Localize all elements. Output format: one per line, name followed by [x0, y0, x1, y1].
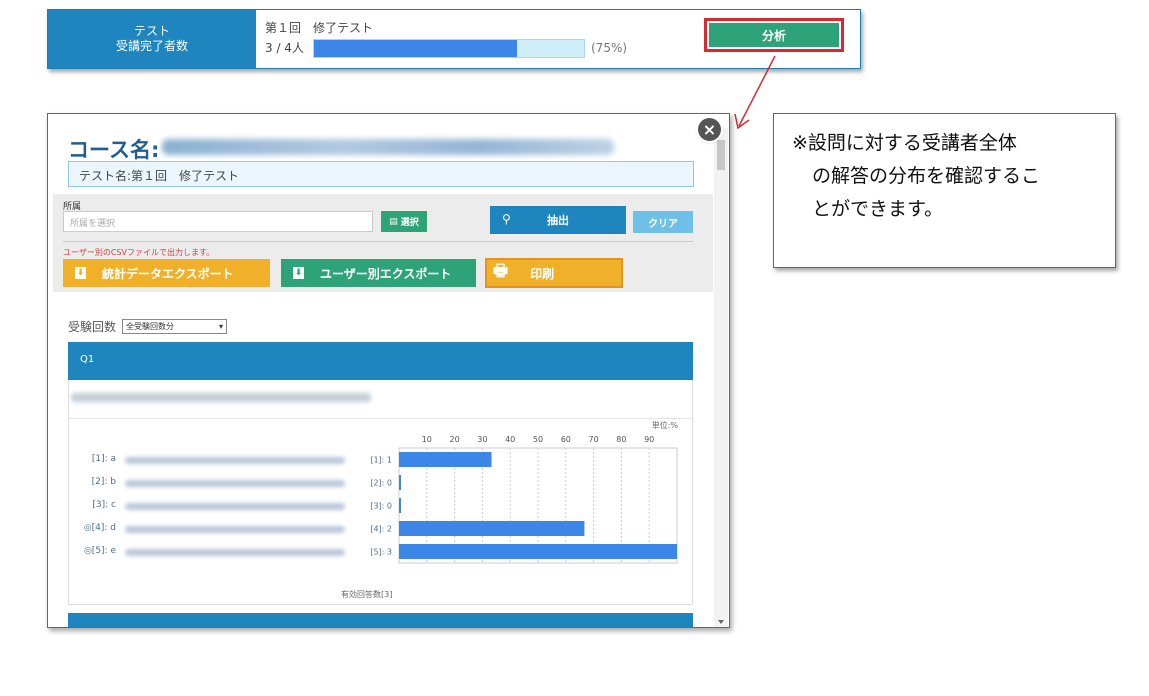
- stats-export-button[interactable]: ⬇ 統計データエクスポート: [63, 259, 270, 287]
- print-button[interactable]: 🖶 印刷: [485, 258, 623, 288]
- chart-bar: [399, 452, 492, 467]
- completion-label-line2: 受講完了者数: [115, 39, 188, 53]
- chart-tick-label: 30: [477, 435, 487, 444]
- summary-test-name: 第１回 修了テスト: [265, 21, 374, 35]
- download-icon: ⬇: [75, 267, 86, 279]
- analyze-button[interactable]: 分析: [709, 23, 839, 47]
- chart-category-label: [3]: 0: [370, 502, 392, 511]
- scroll-down-arrow-icon[interactable]: [718, 620, 724, 624]
- affiliation-select-button[interactable]: ▤ 選択: [381, 211, 427, 232]
- search-icon: ⚲: [502, 212, 511, 226]
- download-icon: ⬇: [293, 267, 304, 279]
- user-export-label: ユーザー別エクスポート: [320, 266, 452, 281]
- chart-bar: [399, 544, 677, 559]
- modal-scrollbar[interactable]: [714, 128, 728, 627]
- attempts-dropdown[interactable]: 全受験回数分 ▾: [122, 319, 227, 334]
- affiliation-input[interactable]: 所属を選択: [63, 211, 373, 232]
- completion-label: テスト 受講完了者数: [48, 10, 256, 68]
- analysis-modal: × コース名: テスト名:第１回 修了テスト 所属 所属を選択 ▤ 選択 ⚲ 抽…: [47, 113, 730, 628]
- attempts-label: 受験回数: [68, 320, 117, 334]
- print-label: 印刷: [530, 266, 555, 281]
- completion-progress-bar: [313, 39, 585, 58]
- printer-icon: 🖶: [493, 260, 509, 280]
- question-header: Q1: [68, 342, 693, 380]
- chart-bar: [399, 475, 401, 490]
- chart-tick-label: 60: [561, 435, 571, 444]
- chart-tick-label: 10: [422, 435, 432, 444]
- answer-distribution-chart: 10 20 30 40 50 60 70 80 90 [1]: 1 [2]: 0 [3]: 0 [4]:…: [370, 435, 678, 564]
- chart-category-label: [1]: 1: [370, 456, 392, 465]
- course-title: コース名:: [68, 138, 160, 162]
- chart-bar: [399, 521, 585, 536]
- chart-category-label: [5]: 3: [370, 548, 392, 557]
- callout-line3: とができます。: [812, 198, 944, 220]
- extract-button[interactable]: ⚲ 抽出: [490, 206, 626, 234]
- completion-percent: (75%): [591, 41, 628, 55]
- explanation-callout: ※設問に対する受講者全体 の解答の分布を確認するこ とができます。: [773, 113, 1116, 268]
- next-question-header: [68, 613, 693, 627]
- chart-bar: [399, 498, 401, 513]
- chart-tick-label: 90: [644, 435, 654, 444]
- chart-category-label: [4]: 2: [370, 525, 392, 534]
- completion-progress-fill: [314, 40, 517, 57]
- stats-export-label: 統計データエクスポート: [102, 266, 234, 281]
- question-body: 単位:% [1]: a [2]: b [3]: c ◎[4]: d ◎[5]: e 10…: [68, 380, 694, 605]
- chart-tick-label: 40: [505, 435, 515, 444]
- callout-line2: の解答の分布を確認するこ: [812, 165, 1041, 187]
- chart-tick-label: 50: [533, 435, 543, 444]
- chart-tick-label: 80: [616, 435, 626, 444]
- chart-tick-label: 70: [589, 435, 599, 444]
- select-button-label: 選択: [400, 218, 419, 228]
- clear-button[interactable]: クリア: [633, 211, 693, 233]
- course-name-redacted: [162, 139, 614, 155]
- list-icon: ▤: [389, 216, 398, 227]
- user-export-button[interactable]: ⬇ ユーザー別エクスポート: [281, 259, 476, 287]
- filter-divider: [63, 241, 693, 242]
- valid-answers-count: 有効回答数[3]: [341, 590, 393, 599]
- completion-label-line1: テスト: [133, 24, 170, 38]
- callout-line1: ※設問に対する受講者全体: [792, 132, 1017, 154]
- csv-export-note: ユーザー別のCSVファイルで出力します。: [63, 248, 215, 257]
- scrollbar-thumb[interactable]: [717, 140, 725, 170]
- analyze-highlight-frame: 分析: [704, 18, 844, 52]
- chart-category-label: [2]: 0: [370, 479, 392, 488]
- attempts-selected-value: 全受験回数分: [126, 322, 174, 331]
- filter-panel: 所属 所属を選択 ▤ 選択 ⚲ 抽出 クリア ユーザー別のCSVファイルで出力し…: [53, 194, 713, 292]
- test-name-box: テスト名:第１回 修了テスト: [68, 161, 694, 187]
- close-button[interactable]: ×: [698, 118, 721, 141]
- completion-count: 3 / 4人: [265, 41, 304, 55]
- chart-tick-label: 20: [450, 435, 460, 444]
- dropdown-arrow-icon: ▾: [218, 322, 223, 331]
